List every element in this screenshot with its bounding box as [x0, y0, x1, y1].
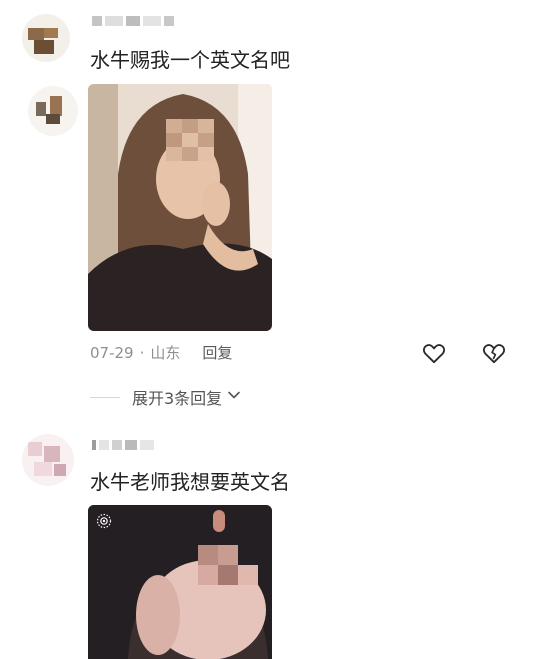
comment-location: 山东 — [150, 344, 181, 362]
reply-avatar[interactable] — [28, 86, 78, 136]
avatar[interactable] — [22, 14, 70, 62]
divider-line — [90, 396, 120, 398]
live-indicator-icon — [96, 513, 112, 529]
expand-replies-label: 展开3条回复 — [132, 389, 223, 408]
photo-image — [88, 505, 272, 659]
comment-meta: 07-29 · 山东 回复 — [90, 342, 232, 363]
comment-text: 水牛赐我一个英文名吧 — [90, 48, 290, 72]
comment-item-1: 水牛赐我一个英文名吧 07-29 · 山东 回复 展开3条回复 — [0, 0, 554, 420]
broken-heart-icon[interactable] — [481, 340, 507, 366]
comment-text: 水牛老师我想要英文名 — [90, 470, 290, 494]
expand-replies-button[interactable]: 展开3条回复 — [90, 385, 242, 409]
comment-date: 07-29 — [90, 343, 134, 362]
reply-button[interactable]: 回复 — [202, 342, 232, 363]
username-blurred[interactable] — [92, 438, 154, 452]
heart-icon[interactable] — [421, 340, 447, 366]
comment-photo[interactable] — [88, 505, 272, 659]
photo-image — [88, 84, 272, 331]
comment-item-2: 水牛老师我想要英文名 — [0, 420, 554, 659]
comment-photo[interactable] — [88, 84, 272, 331]
username-blurred[interactable] — [92, 14, 174, 28]
meta-separator: · — [139, 343, 145, 362]
avatar[interactable] — [22, 434, 74, 486]
chevron-down-icon — [226, 387, 242, 407]
